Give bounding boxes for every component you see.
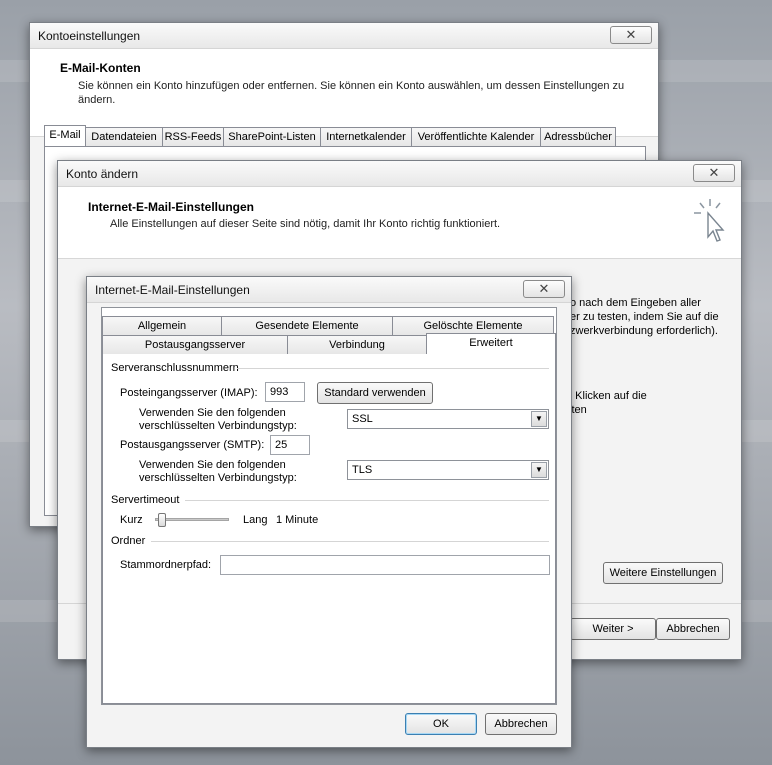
outgoing-encryption-select[interactable]: TLS ▼ [347,460,549,480]
timeout-short-label: Kurz [120,514,143,526]
header-title: E-Mail-Konten [60,61,141,75]
tab-advanced[interactable]: Erweitert [426,333,556,355]
tab-outgoing-server[interactable]: Postausgangsserver [102,335,288,355]
incoming-encryption-label: Verwenden Sie den folgenden verschlüssel… [139,407,297,432]
chevron-down-icon[interactable]: ▼ [531,462,547,478]
close-icon[interactable]: ✕ [523,280,565,298]
test-info-text: o nach dem Eingeben aller er zu testen, … [570,297,719,337]
test-click-text: h Klicken auf die sten [566,390,647,416]
timeout-slider-thumb[interactable] [158,513,167,527]
use-default-button[interactable]: Standard verwenden [317,382,433,404]
folders-group-label: Ordner [111,535,146,547]
change-account-header: Internet-E-Mail-Einstellungen Alle Einst… [58,187,741,259]
close-icon[interactable]: ✕ [693,164,735,182]
tab-address-books[interactable]: Adressbücher [540,127,616,147]
incoming-server-label: Posteingangsserver (IMAP): [120,387,258,399]
header-title: Internet-E-Mail-Einstellungen [88,200,255,214]
tab-general[interactable]: Allgemein [102,316,222,336]
tab-sharepoint[interactable]: SharePoint-Listen [223,127,321,147]
tabs-row-2: Postausgangsserver Verbindung Erweitert [102,333,556,355]
tab-rss-feeds[interactable]: RSS-Feeds [162,127,224,147]
tab-sent-items[interactable]: Gesendete Elemente [221,316,393,336]
outgoing-port-input[interactable]: 25 [270,435,310,455]
root-folder-input[interactable] [220,555,550,575]
group-divider [185,500,549,501]
window-title: Kontoeinstellungen [38,29,141,43]
cancel-button[interactable]: Abbrechen [656,618,730,640]
group-divider [237,368,549,369]
group-divider [151,541,549,542]
chevron-down-icon[interactable]: ▼ [531,411,547,427]
tab-published-calendars[interactable]: Veröffentlichte Kalender [411,127,541,147]
window-title: Internet-E-Mail-Einstellungen [95,283,250,297]
timeout-slider-track[interactable] [155,518,229,521]
outgoing-encryption-label: Verwenden Sie den folgenden verschlüssel… [139,459,297,484]
header-subtitle: Alle Einstellungen auf dieser Seite sind… [110,218,501,230]
timeout-long-label: Lang [243,514,268,526]
tab-email[interactable]: E-Mail [44,125,86,147]
more-settings-button[interactable]: Weitere Einstellungen [603,562,723,584]
change-account-titlebar: Konto ändern ✕ [58,161,741,187]
ok-button[interactable]: OK [405,713,477,735]
tab-internet-calendar[interactable]: Internetkalender [320,127,412,147]
tab-data-files[interactable]: Datendateien [85,127,163,147]
tab-connection[interactable]: Verbindung [287,335,427,355]
close-icon[interactable]: ✕ [610,26,652,44]
timeout-group-label: Servertimeout [111,494,180,506]
account-settings-titlebar: Kontoeinstellungen ✕ [30,23,658,49]
header-subtitle: Sie können ein Konto hinzufügen oder ent… [78,80,625,106]
internet-settings-titlebar: Internet-E-Mail-Einstellungen ✕ [87,277,571,303]
incoming-port-input[interactable]: 993 [265,382,305,402]
next-button[interactable]: Weiter > [570,618,656,640]
cancel-button[interactable]: Abbrechen [485,713,557,735]
account-settings-header: E-Mail-Konten Sie können ein Konto hinzu… [30,49,658,137]
incoming-encryption-select[interactable]: SSL ▼ [347,409,549,429]
outgoing-server-label: Postausgangsserver (SMTP): [120,439,265,451]
timeout-value: 1 Minute [276,514,319,526]
window-title: Konto ändern [66,167,139,181]
internet-settings-window: Internet-E-Mail-Einstellungen ✕ Allgemei… [86,276,572,748]
server-ports-group-label: Serveranschlussnummern [111,362,239,374]
root-folder-label: Stammordnerpfad: [120,559,212,571]
cursor-icon [694,199,725,242]
account-settings-tabs: E-Mail Datendateien RSS-Feeds SharePoint… [44,125,616,147]
